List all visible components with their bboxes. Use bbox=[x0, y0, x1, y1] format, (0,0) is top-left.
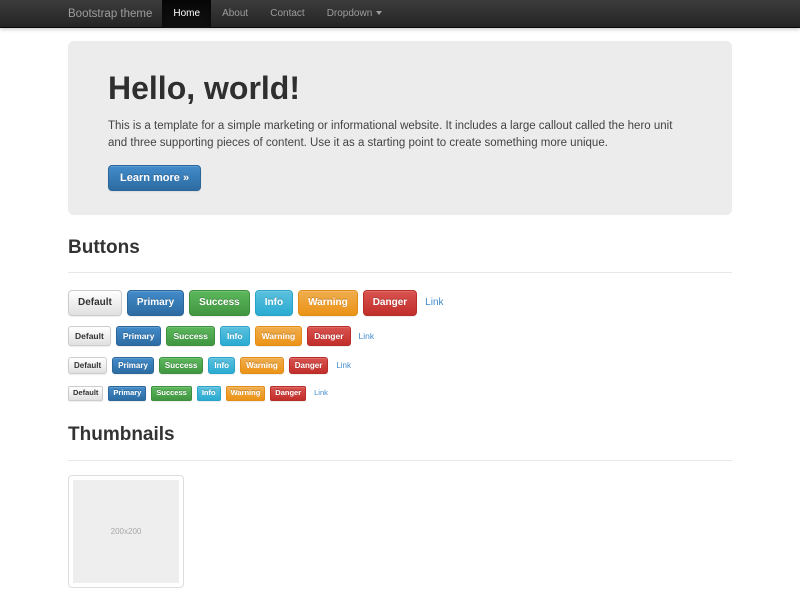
button-row-default: DefaultPrimarySuccessInfoWarningDanger Li… bbox=[68, 326, 732, 346]
button-info-extra-small[interactable]: Info bbox=[197, 386, 221, 401]
nav-link-dropdown[interactable]: Dropdown bbox=[316, 0, 394, 28]
button-rows: DefaultPrimarySuccessInfoWarningDangerLi… bbox=[68, 290, 732, 402]
link-button-extra-small[interactable]: Link bbox=[314, 389, 328, 397]
button-danger-extra-small[interactable]: Danger bbox=[270, 386, 306, 401]
nav-link-contact[interactable]: Contact bbox=[259, 0, 315, 28]
link-button-small[interactable]: Link bbox=[336, 361, 351, 370]
button-warning-default[interactable]: Warning bbox=[255, 326, 303, 346]
button-primary-extra-small[interactable]: Primary bbox=[108, 386, 146, 401]
button-primary-large[interactable]: Primary bbox=[127, 290, 184, 316]
hero-text: This is a template for a simple marketin… bbox=[108, 118, 692, 151]
navbar-menu: HomeAboutContactDropdown bbox=[162, 0, 393, 27]
button-success-default[interactable]: Success bbox=[166, 326, 215, 346]
button-row-extra-small: Default Primary Success Info Warning Danger Li… bbox=[68, 384, 732, 402]
button-warning-extra-small[interactable]: Warning bbox=[226, 386, 266, 401]
placeholder-label: 200x200 bbox=[111, 527, 142, 536]
link-button-default[interactable]: Link bbox=[359, 331, 375, 341]
learn-more-button[interactable]: Learn more » bbox=[108, 165, 201, 191]
button-success-small[interactable]: Success bbox=[159, 357, 203, 374]
thumbnails-section-header: Thumbnails bbox=[68, 425, 732, 461]
placeholder-image: 200x200 bbox=[73, 480, 179, 583]
button-info-large[interactable]: Info bbox=[255, 290, 293, 316]
link-button-large[interactable]: Link bbox=[425, 297, 443, 309]
thumbnail[interactable]: 200x200 bbox=[68, 475, 184, 588]
button-default-default[interactable]: Default bbox=[68, 326, 111, 346]
nav-item-about: About bbox=[211, 0, 259, 27]
button-default-large[interactable]: Default bbox=[68, 290, 122, 316]
nav-item-dropdown: Dropdown bbox=[316, 0, 394, 27]
hero-title: Hello, world! bbox=[108, 71, 692, 106]
button-danger-default[interactable]: Danger bbox=[307, 326, 350, 346]
button-row-small: Default Primary Success Info Warning Danger Li… bbox=[68, 356, 732, 374]
buttons-heading: Buttons bbox=[68, 238, 732, 259]
nav-item-contact: Contact bbox=[259, 0, 315, 27]
navbar: Bootstrap theme HomeAboutContactDropdown bbox=[0, 0, 800, 28]
button-default-small[interactable]: Default bbox=[68, 357, 107, 374]
jumbotron: Hello, world! This is a template for a s… bbox=[68, 41, 732, 215]
button-warning-large[interactable]: Warning bbox=[298, 290, 358, 316]
buttons-section-header: Buttons bbox=[68, 238, 732, 274]
nav-link-home[interactable]: Home bbox=[162, 0, 211, 28]
button-info-default[interactable]: Info bbox=[220, 326, 250, 346]
thumbnails-row: 200x200 bbox=[68, 461, 732, 588]
button-default-extra-small[interactable]: Default bbox=[68, 386, 103, 401]
button-danger-large[interactable]: Danger bbox=[363, 290, 417, 316]
thumbnails-heading: Thumbnails bbox=[68, 425, 732, 446]
button-warning-small[interactable]: Warning bbox=[240, 357, 284, 374]
button-success-large[interactable]: Success bbox=[189, 290, 250, 316]
nav-link-about[interactable]: About bbox=[211, 0, 259, 28]
nav-item-home: Home bbox=[162, 0, 211, 27]
button-primary-small[interactable]: Primary bbox=[112, 357, 154, 374]
button-row-large: DefaultPrimarySuccessInfoWarningDanger Li… bbox=[68, 290, 732, 316]
caret-down-icon bbox=[376, 11, 382, 15]
button-primary-default[interactable]: Primary bbox=[116, 326, 162, 346]
button-info-small[interactable]: Info bbox=[208, 357, 235, 374]
navbar-brand[interactable]: Bootstrap theme bbox=[68, 0, 152, 27]
button-success-extra-small[interactable]: Success bbox=[151, 386, 191, 401]
button-danger-small[interactable]: Danger bbox=[289, 357, 329, 374]
